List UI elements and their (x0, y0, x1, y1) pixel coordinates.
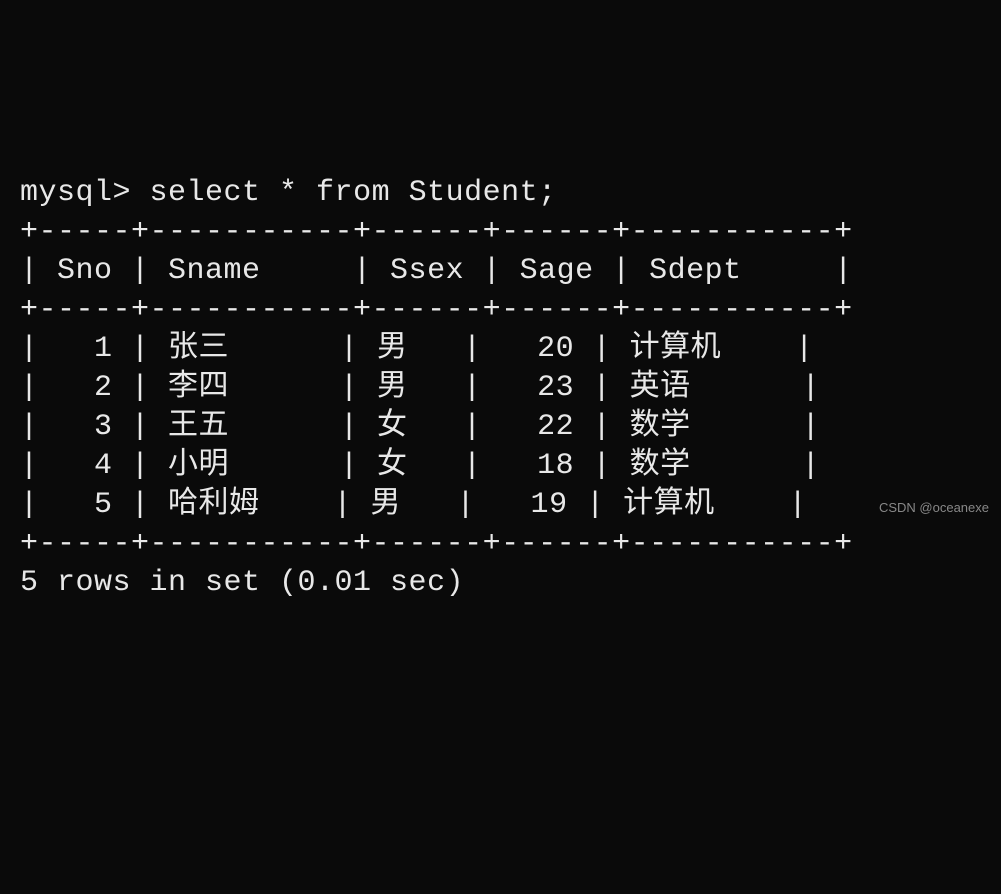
table-row: | 5 | 哈利姆 | 男 | 19 | 计算机 | (20, 488, 807, 522)
table-row: | 4 | 小明 | 女 | 18 | 数学 | (20, 449, 820, 483)
sql-query: select * from Student; (150, 176, 557, 210)
mysql-prompt: mysql> (20, 176, 150, 210)
terminal-output: mysql> select * from Student; +-----+---… (20, 174, 981, 603)
result-footer: 5 rows in set (0.01 sec) (20, 566, 464, 600)
table-header-row: | Sno | Sname | Ssex | Sage | Sdept | (20, 254, 853, 288)
table-row: | 2 | 李四 | 男 | 23 | 英语 | (20, 371, 820, 405)
table-border-top: +-----+-----------+------+------+-------… (20, 215, 853, 249)
watermark: CSDN @oceanexe (879, 500, 989, 517)
table-row: | 3 | 王五 | 女 | 22 | 数学 | (20, 410, 820, 444)
table-border-mid: +-----+-----------+------+------+-------… (20, 293, 853, 327)
table-row: | 1 | 张三 | 男 | 20 | 计算机 | (20, 332, 814, 366)
table-border-bottom: +-----+-----------+------+------+-------… (20, 527, 853, 561)
